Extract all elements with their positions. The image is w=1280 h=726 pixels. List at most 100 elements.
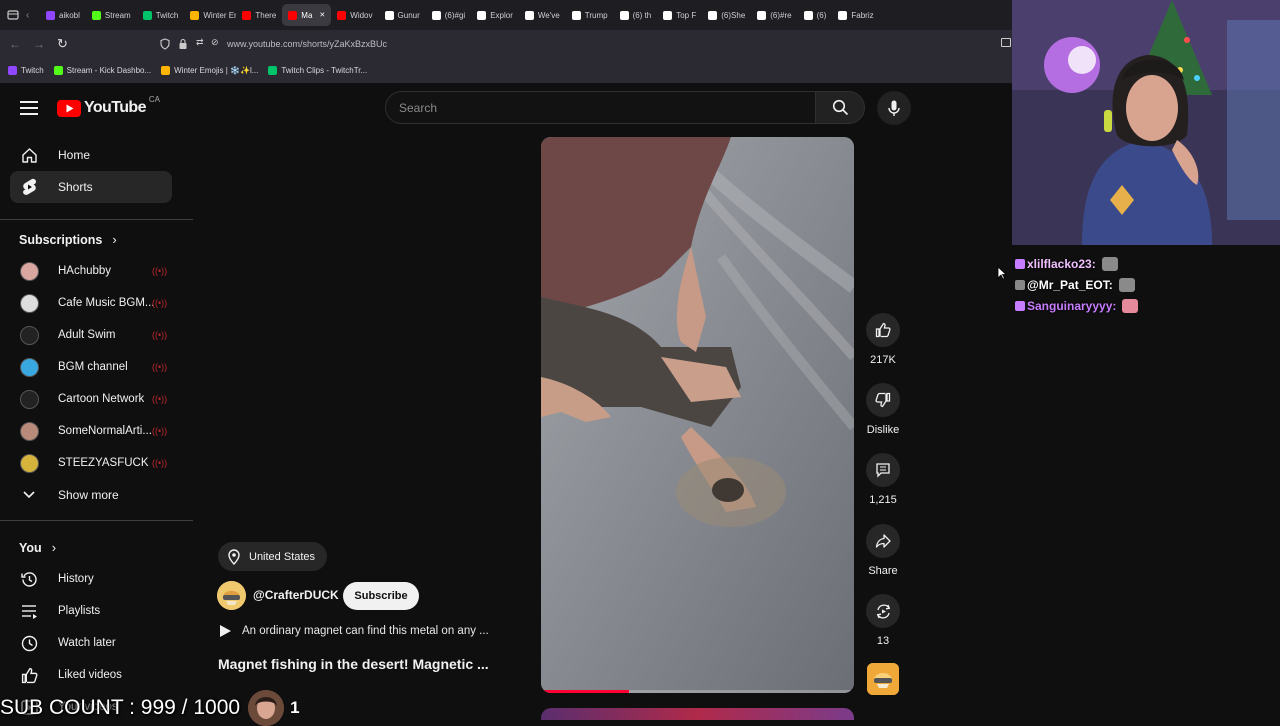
tab-bar: ‹ aikobl Stream Twitch Winter Em There Ma ✕ Wid… bbox=[0, 0, 1012, 30]
forward-icon[interactable]: → bbox=[33, 37, 45, 51]
sidebar-item-liked-videos[interactable]: Liked videos bbox=[10, 659, 172, 691]
subscriptions-heading[interactable]: Subscriptions › bbox=[19, 232, 117, 247]
browser-tab[interactable]: Twitch bbox=[137, 4, 185, 26]
sidebar-item-watch-later[interactable]: Watch later bbox=[10, 627, 172, 659]
live-indicator-icon: ((•)) bbox=[152, 426, 168, 436]
like-button[interactable] bbox=[866, 313, 900, 347]
youtube-app: YouTube CA Search Home Shorts Subscriptio… bbox=[0, 84, 1012, 720]
browser-tab[interactable]: (6)#gi bbox=[426, 4, 471, 26]
subscription-item[interactable]: STEEZYASFUCK ((•)) bbox=[10, 447, 172, 479]
description-row[interactable]: An ordinary magnet can find this metal o… bbox=[218, 624, 489, 638]
sidebar-item-history[interactable]: History bbox=[10, 563, 172, 595]
sidebar-item-playlists[interactable]: Playlists bbox=[10, 595, 172, 627]
tab-favicon-icon bbox=[190, 10, 200, 20]
mute-icon[interactable]: ⊘ bbox=[211, 37, 219, 48]
history-icon bbox=[10, 571, 48, 588]
tab-label: (6) bbox=[816, 10, 827, 20]
browser-tab[interactable]: Stream bbox=[86, 4, 137, 26]
bookmark-item[interactable]: Twitch bbox=[8, 65, 44, 75]
bookmark-favicon-icon bbox=[8, 65, 17, 75]
next-short-preview[interactable] bbox=[541, 708, 854, 720]
browser-tab[interactable]: (6)#re bbox=[751, 4, 797, 26]
channel-avatar-icon bbox=[10, 421, 48, 441]
tab-label: There bbox=[255, 10, 277, 20]
browser-tab[interactable]: Trump bbox=[566, 4, 614, 26]
comments-button[interactable] bbox=[866, 453, 900, 487]
channel-avatar-icon bbox=[10, 325, 48, 345]
subscription-label: STEEZYASFUCK bbox=[58, 457, 149, 469]
channel-avatar[interactable] bbox=[217, 581, 246, 610]
sound-avatar[interactable] bbox=[867, 663, 899, 695]
browser-tab[interactable]: Gunur bbox=[379, 4, 426, 26]
browser-tab[interactable]: (6) th bbox=[614, 4, 658, 26]
remix-button[interactable] bbox=[866, 594, 900, 628]
subscription-item[interactable]: Cartoon Network ((•)) bbox=[10, 383, 172, 415]
browser-tab[interactable]: Fabriz bbox=[832, 4, 879, 26]
subscription-item[interactable]: Adult Swim ((•)) bbox=[10, 319, 172, 351]
reload-icon[interactable]: ↻ bbox=[57, 36, 68, 52]
location-chip[interactable]: United States bbox=[218, 542, 328, 571]
channel-name[interactable]: @CrafterDUCK bbox=[253, 588, 339, 602]
permissions-icon[interactable]: ⇄ bbox=[196, 37, 204, 48]
search-button[interactable] bbox=[815, 91, 865, 124]
search-input[interactable]: Search bbox=[399, 101, 437, 115]
subscriptions-title: Subscriptions bbox=[19, 232, 103, 247]
tab-favicon-icon bbox=[46, 10, 55, 20]
back-tab-arrow-icon[interactable]: ‹ bbox=[26, 10, 40, 21]
sidebar-item-shorts[interactable]: Shorts bbox=[10, 171, 172, 203]
subscription-item[interactable]: HAchubby ((•)) bbox=[10, 255, 172, 287]
subscription-item[interactable]: Cafe Music BGM... ((•)) bbox=[10, 287, 172, 319]
tab-label: Trump bbox=[584, 10, 608, 20]
sidebar-item-home[interactable]: Home bbox=[10, 139, 172, 171]
bookmark-item[interactable]: Stream - Kick Dashbo... bbox=[53, 65, 151, 75]
home-icon bbox=[10, 147, 48, 164]
short-title[interactable]: Magnet fishing in the desert! Magnetic .… bbox=[218, 656, 489, 672]
youtube-logo[interactable]: YouTube CA bbox=[57, 95, 160, 117]
browser-tab[interactable]: (6)She bbox=[702, 4, 751, 26]
reader-view-icon[interactable] bbox=[1001, 38, 1011, 47]
subscribe-button[interactable]: Subscribe bbox=[343, 582, 419, 610]
short-video-player[interactable] bbox=[541, 137, 854, 693]
show-more-button[interactable]: Show more bbox=[10, 479, 172, 511]
browser-tab[interactable]: Widov bbox=[331, 4, 378, 26]
back-icon[interactable]: ← bbox=[9, 37, 21, 51]
browser-tab[interactable]: There bbox=[236, 4, 282, 26]
avatar bbox=[19, 421, 39, 441]
watch-later-icon bbox=[10, 635, 48, 652]
browser-tab[interactable]: aikobl bbox=[40, 4, 86, 26]
comment-count: 1,215 bbox=[869, 494, 897, 506]
bookmark-favicon-icon bbox=[161, 65, 171, 75]
remix-icon bbox=[876, 604, 890, 618]
mouse-cursor-icon bbox=[997, 266, 1008, 285]
live-indicator-icon: ((•)) bbox=[152, 458, 168, 468]
tab-label: Widov bbox=[350, 10, 373, 20]
lock-icon bbox=[178, 37, 188, 55]
search-icon bbox=[832, 99, 848, 116]
url-text[interactable]: www.youtube.com/shorts/yZaKxBzxBUc bbox=[227, 39, 387, 49]
chevron-right-icon: › bbox=[51, 540, 57, 555]
sidebar-divider bbox=[0, 520, 193, 521]
menu-icon[interactable] bbox=[20, 101, 38, 120]
subscription-item[interactable]: SomeNormalArti... ((•)) bbox=[10, 415, 172, 447]
subscription-item[interactable]: BGM channel ((•)) bbox=[10, 351, 172, 383]
browser-tab[interactable]: Explor bbox=[471, 4, 519, 26]
dislike-button[interactable] bbox=[866, 383, 900, 417]
browser-tab[interactable]: We've bbox=[519, 4, 566, 26]
tab-favicon-icon bbox=[242, 10, 252, 20]
tab-close-icon[interactable]: ✕ bbox=[319, 11, 325, 19]
browser-tab[interactable]: Ma ✕ bbox=[282, 4, 332, 26]
bookmark-item[interactable]: Twitch Clips - TwitchTr... bbox=[268, 65, 367, 75]
browser-tab[interactable]: Winter Em bbox=[184, 4, 236, 26]
bookmark-item[interactable]: Winter Emojis | ❄️✨l... bbox=[161, 65, 258, 75]
video-progress-track[interactable] bbox=[541, 690, 854, 693]
tab-label: Winter Em bbox=[203, 10, 236, 20]
live-indicator-icon: ((•)) bbox=[152, 266, 168, 276]
you-heading[interactable]: You › bbox=[19, 540, 56, 555]
browser-tab[interactable]: (6) bbox=[798, 4, 833, 26]
browser-tab[interactable]: Top F bbox=[657, 4, 702, 26]
voice-search-button[interactable] bbox=[877, 91, 911, 125]
chat-emote-icon bbox=[1122, 299, 1139, 313]
share-button[interactable] bbox=[866, 524, 900, 558]
tab-list-icon[interactable] bbox=[0, 0, 26, 30]
search-box[interactable]: Search bbox=[385, 91, 815, 124]
